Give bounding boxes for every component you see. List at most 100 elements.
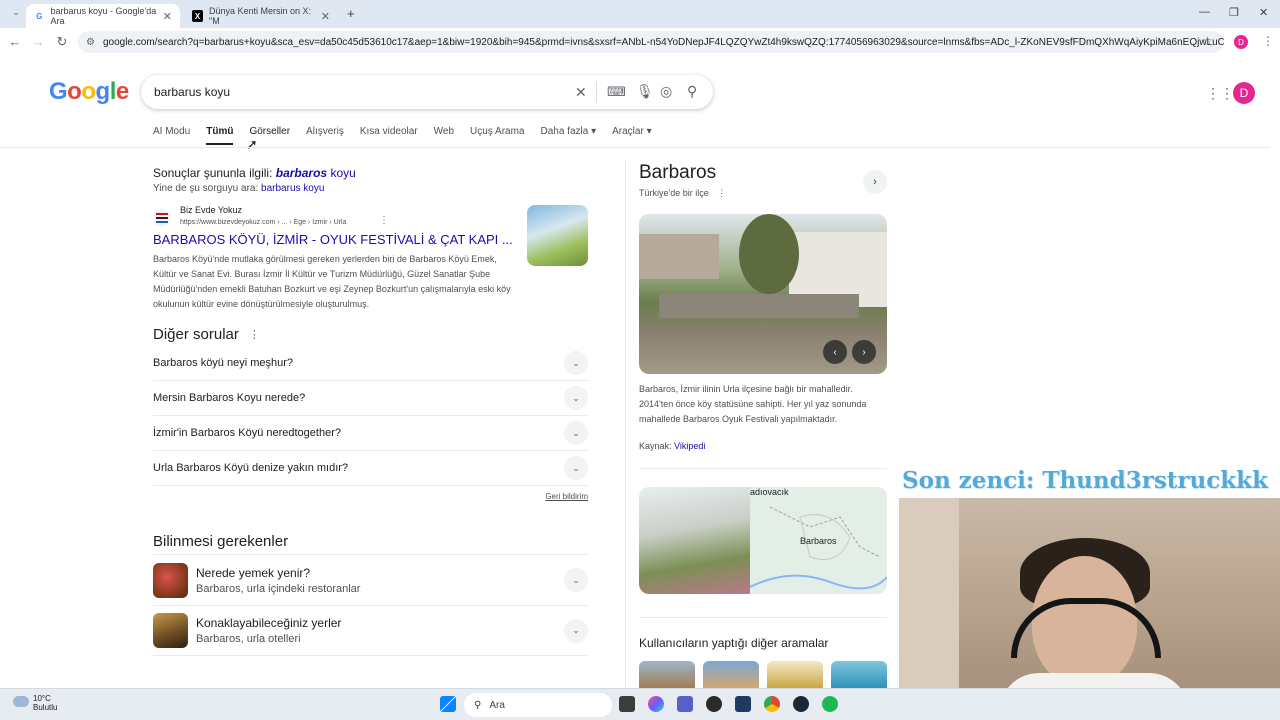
feedback-link[interactable]: Geri bildirim (153, 492, 588, 501)
chevron-right-icon[interactable]: › (863, 170, 887, 194)
chevron-down-icon[interactable]: ⌄ (564, 421, 588, 445)
more-options-icon[interactable]: ⋮ (249, 328, 260, 341)
microphone-icon[interactable]: 🎙 (636, 83, 654, 100)
apps-grid-icon[interactable]: ⋮⋮ (1206, 85, 1234, 102)
tab-tools[interactable]: Araçlar ▾ (612, 126, 651, 145)
bookmark-star-icon[interactable]: ☆ (1202, 34, 1213, 48)
kp-subtitle-text: Türkiye'de bir ilçe (639, 188, 709, 198)
result-url[interactable]: https://www.bizevdeyokuz.com › ... › Ege… (180, 219, 347, 226)
close-window-icon[interactable]: ✕ (1259, 6, 1268, 19)
search-instead-link[interactable]: barbarus koyu (261, 183, 324, 194)
chevron-right-icon[interactable]: › (852, 340, 876, 364)
taskbar-search[interactable]: ⚲ Ara (464, 693, 612, 717)
profile-avatar[interactable]: D (1234, 35, 1248, 49)
close-icon[interactable]: ✕ (163, 10, 172, 23)
search-icon[interactable]: ⚲ (687, 83, 697, 100)
tab-short-videos[interactable]: Kısa videolar (360, 126, 418, 145)
keyboard-icon[interactable]: ⌨ (607, 84, 626, 100)
kp-photo[interactable] (639, 214, 887, 374)
chrome-icon[interactable] (764, 696, 780, 712)
clear-search-icon[interactable]: ✕ (575, 84, 587, 101)
chevron-down-icon[interactable]: ⌄ (564, 386, 588, 410)
copilot-icon[interactable] (648, 696, 664, 712)
know-item[interactable]: Nerede yemek yenir? Barbaros, urla içinde… (153, 554, 588, 605)
search-icon: ⚲ (474, 699, 482, 711)
chevron-down-icon[interactable]: ⌄ (564, 568, 588, 592)
spotify-icon[interactable] (822, 696, 838, 712)
tab-search-icon[interactable]: ⌄ (4, 7, 28, 18)
map[interactable]: adıovacık Barbaros (750, 487, 887, 594)
menu-kebab-icon[interactable]: ⋮ (1262, 34, 1274, 48)
paa-question[interactable]: Urla Barbaros Köyü denize yakın mıdır? ⌄ (153, 451, 588, 486)
app-icon[interactable] (706, 696, 722, 712)
house-shape (639, 234, 719, 279)
reload-icon[interactable]: ↻ (50, 34, 74, 50)
forward-icon[interactable]: → (26, 34, 50, 49)
spell-correction: Sonuçlar şununla ilgili: barbaros koyu (153, 166, 588, 180)
result-more-icon[interactable]: ⋮ (379, 215, 389, 226)
tab-google-search[interactable]: G barbarus koyu - Google'da Ara ✕ (26, 4, 180, 28)
paa-question[interactable]: Barbaros köyü neyi meşhur? ⌄ (153, 346, 588, 381)
know-heading: Bilinmesi gerekenler (153, 532, 289, 550)
chevron-down-icon[interactable]: ⌄ (564, 351, 588, 375)
tab-title: Dünya Kenti Mersin on X: "M (209, 6, 312, 26)
tab-all[interactable]: Tümü (206, 126, 234, 145)
question-text: Mersin Barbaros Koyu nerede? (153, 392, 306, 404)
corrected-query-rest[interactable]: koyu (327, 166, 355, 180)
site-info-icon[interactable]: ⚙ (86, 37, 95, 48)
windows-start-icon[interactable] (440, 696, 456, 712)
mouse-cursor-icon: ➚ (246, 136, 258, 152)
knowledge-panel: Barbaros Türkiye'de bir ilçe ⋮ › ‹ › Bar… (639, 162, 887, 689)
wall-shape (659, 294, 859, 318)
related-search-thumb[interactable] (639, 661, 695, 689)
tab-web[interactable]: Web (434, 126, 454, 145)
tab-more[interactable]: Daha fazla ▾ (541, 126, 597, 145)
related-search-thumb[interactable] (767, 661, 823, 689)
google-account-avatar[interactable]: D (1233, 82, 1255, 104)
kp-subtitle: Türkiye'de bir ilçe ⋮ (639, 188, 887, 199)
address-bar[interactable]: ⚙ google.com/search?q=barbarus+koyu&sca_… (78, 31, 1224, 53)
kp-title: Barbaros (639, 162, 717, 183)
tab-flights[interactable]: Uçuş Arama (470, 126, 524, 145)
minimize-icon[interactable]: — (1199, 6, 1210, 18)
know-item-title: Konaklayabileceğiniz yerler (196, 616, 342, 630)
column-divider (625, 160, 626, 690)
people-also-search-heading: Kullanıcıların yaptığı diğer aramalar (639, 636, 829, 650)
restore-icon[interactable]: ❐ (1229, 6, 1239, 19)
new-tab-button[interactable]: + (347, 6, 355, 21)
result-thumbnail[interactable] (527, 205, 588, 266)
google-logo[interactable]: Google (49, 78, 129, 106)
back-icon[interactable]: ← (3, 34, 27, 49)
windows-taskbar: 10°C Bulutlu ⚲ Ara (0, 688, 1280, 720)
corrected-query-link[interactable]: barbaros (276, 166, 327, 180)
tab-shopping[interactable]: Alışveriş (306, 126, 344, 145)
steam-icon[interactable] (793, 696, 809, 712)
paa-question[interactable]: İzmir'in Barbaros Köyü neredtogether? ⌄ (153, 416, 588, 451)
question-text: İzmir'in Barbaros Köyü neredtogether? (153, 427, 341, 439)
lens-camera-icon[interactable]: ◎ (660, 83, 672, 100)
chevron-down-icon[interactable]: ⌄ (564, 456, 588, 480)
related-search-thumb[interactable] (831, 661, 887, 689)
related-search-thumb[interactable] (703, 661, 759, 689)
teams-icon[interactable] (677, 696, 693, 712)
kp-map-card[interactable]: adıovacık Barbaros (639, 487, 887, 594)
tab-x-post[interactable]: X Dünya Kenti Mersin on X: "M ✕ (184, 4, 338, 28)
paa-question[interactable]: Mersin Barbaros Koyu nerede? ⌄ (153, 381, 588, 416)
weather-widget[interactable]: 10°C Bulutlu (13, 694, 57, 712)
know-item[interactable]: Konaklayabileceğiniz yerler Barbaros, url… (153, 605, 588, 656)
cloud-icon (13, 696, 29, 707)
task-view-icon[interactable] (619, 696, 635, 712)
chevron-left-icon[interactable]: ‹ (823, 340, 847, 364)
result-title-link[interactable]: BARBAROS KÖYÜ, İZMİR - OYUK FESTİVALİ & … (153, 232, 513, 247)
result-site-name[interactable]: Biz Evde Yokuz (180, 205, 242, 215)
close-icon[interactable]: ✕ (321, 10, 330, 23)
tree-shape (739, 214, 799, 294)
wikipedia-link[interactable]: Vikipedi (674, 441, 705, 451)
chevron-down-icon[interactable]: ⌄ (564, 618, 588, 643)
search-input[interactable]: barbarus koyu (141, 75, 713, 109)
header-divider (0, 147, 1270, 148)
things-to-know: Bilinmesi gerekenler Nerede yemek yenir?… (153, 528, 588, 656)
tab-ai-mode[interactable]: AI Modu (153, 126, 190, 145)
app-icon[interactable] (735, 696, 751, 712)
more-options-icon[interactable]: ⋮ (717, 188, 726, 198)
